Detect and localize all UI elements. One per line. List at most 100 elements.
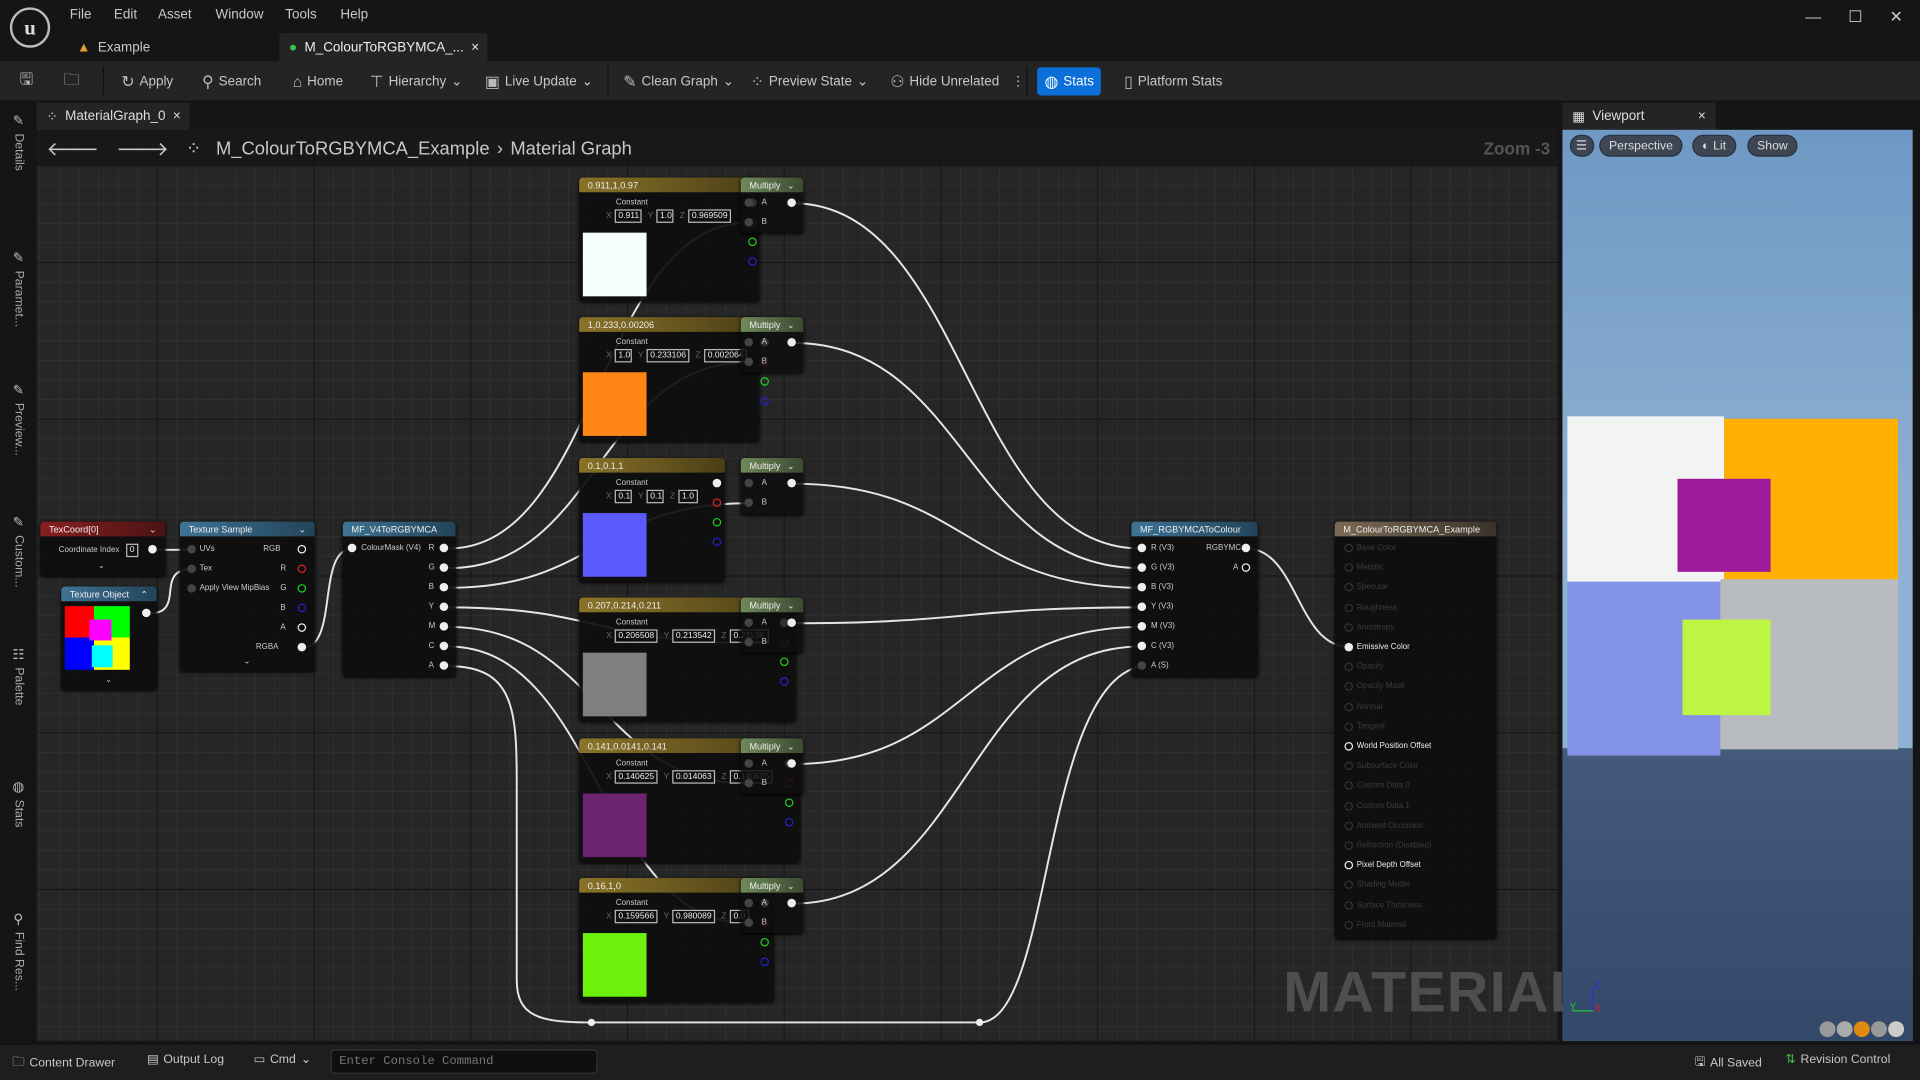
input-pin[interactable] [1344,642,1354,652]
input-pin-a[interactable] [744,198,754,207]
chevron-up-icon[interactable]: ⌃ [140,588,148,599]
output-pin[interactable] [439,602,449,612]
value-field-y[interactable]: 1.0 [656,209,674,223]
save-button[interactable]: 🖫 [15,69,38,93]
input-pin[interactable] [1137,661,1147,670]
menu-help[interactable]: Help [340,7,368,22]
texture-sample-node[interactable]: Texture Sample ⌄ UVs Tex Apply View MipBias R… [180,521,315,672]
constant-node[interactable]: 0.1,0.1,1 Constant X 0.1 Y 0.1 Z 1.0 [579,457,725,582]
viewport-menu-button[interactable]: ☰ [1569,134,1595,157]
output-pin[interactable] [297,623,307,632]
cmd-button[interactable]: ▭ Cmd ⌄ [253,1053,311,1066]
output-pin[interactable] [297,564,307,574]
home-button[interactable]: ⌂ Home [288,70,348,93]
output-pin[interactable] [787,898,796,908]
breadcrumb-leaf[interactable]: Material Graph [510,138,631,159]
multiply-node[interactable]: Multiply ⌄ A B [740,738,804,794]
input-pin[interactable] [1344,543,1354,553]
unreal-logo-icon[interactable]: u [9,7,51,48]
constant-node[interactable]: 1,0.233,0.00206 Constant X 1.0 Y 0.233106 Z 0.0… [579,317,769,441]
input-pin[interactable] [1137,602,1147,612]
input-pin-b[interactable] [744,217,754,227]
menu-asset[interactable]: Asset [158,7,192,22]
value-field-y[interactable]: 0.980089 [672,909,716,924]
material-result-node[interactable]: M_ColourToRGBYMCA_Example Base Color Metal… [1334,521,1497,938]
value-field-x[interactable]: 0.206508 [614,629,658,643]
input-pin[interactable] [1344,880,1354,890]
chevron-down-icon[interactable]: ⌄ [787,880,795,891]
value-field-y[interactable]: 0.213542 [672,629,716,643]
input-pin[interactable] [1344,920,1354,930]
hierarchy-button[interactable]: ⊤ Hierarchy ⌄ [365,70,467,93]
output-pin-b[interactable] [712,537,722,547]
input-pin[interactable] [187,564,196,574]
multiply-node[interactable]: Multiply ⌄ A B [740,877,804,934]
input-pin[interactable] [1344,623,1354,632]
value-field-x[interactable]: 1.0 [614,348,632,363]
maximize-icon[interactable]: ☐ [1848,7,1862,27]
multiply-node[interactable]: Multiply ⌄ A B [740,457,804,515]
apply-button[interactable]: ↻ Apply [116,70,178,93]
output-pin[interactable] [1241,563,1251,572]
output-pin-g[interactable] [760,937,769,947]
expand-icon[interactable]: ⌄ [105,675,112,685]
cube-icon[interactable] [1871,1021,1887,1038]
output-pin[interactable] [439,661,449,670]
input-pin-b[interactable] [744,637,754,647]
menu-tools[interactable]: Tools [285,7,316,22]
value-field-x[interactable]: 0.140625 [614,770,658,784]
input-pin-b[interactable] [744,918,754,927]
console-command-input[interactable] [330,1049,598,1074]
lit-button[interactable]: ◐ Lit [1692,134,1736,157]
value-field-y[interactable]: 0.014063 [672,770,716,784]
value-field-x[interactable]: 0.911 [614,209,642,223]
value-field-x[interactable]: 0.1 [614,489,632,504]
multiply-node[interactable]: Multiply ⌄ A B [740,317,804,373]
tab-viewport[interactable]: ▦ Viewport × [1562,102,1716,130]
output-pin-g[interactable] [712,517,722,527]
output-pin[interactable] [297,642,307,652]
output-log-button[interactable]: ▤ Output Log [147,1053,224,1066]
output-pin-rgb[interactable] [712,478,722,488]
sidebar-item-stats[interactable]: ◍ Stats [7,779,29,834]
coordinate-index-field[interactable]: 0 [126,543,139,558]
output-pin-b[interactable] [760,957,769,967]
input-pin-b[interactable] [744,498,754,507]
input-pin-b[interactable] [744,357,754,367]
input-pin[interactable] [1137,641,1147,651]
sidebar-item-custom[interactable]: ✎ Custom... [7,514,29,593]
output-pin-g[interactable] [784,798,794,807]
show-button[interactable]: Show [1747,134,1798,157]
input-pin[interactable] [347,543,357,553]
output-pin[interactable] [439,543,449,553]
hide-unrelated-button[interactable]: ⚇ Hide Unrelated [885,70,1004,93]
output-pin[interactable] [297,584,307,593]
value-field-y[interactable]: 0.1 [646,489,664,504]
input-pin[interactable] [1344,841,1354,850]
tab-material-graph[interactable]: ⁘ MaterialGraph_0 × [36,102,190,130]
chevron-down-icon[interactable]: ⌄ [787,460,795,471]
browse-button[interactable]: 🗀 [59,69,85,93]
input-pin[interactable] [1344,742,1354,751]
revision-control-button[interactable]: ⇅ Revision Control [1785,1053,1890,1066]
output-pin[interactable] [297,544,307,554]
input-pin[interactable] [187,584,196,593]
sidebar-item-preview[interactable]: ✎ Preview... [7,382,29,462]
perspective-button[interactable]: Perspective [1599,134,1683,157]
menu-edit[interactable]: Edit [114,7,137,22]
content-drawer-button[interactable]: 🗀 Content Drawer [12,1053,115,1074]
menu-window[interactable]: Window [216,7,264,22]
output-pin-b[interactable] [760,396,769,406]
chevron-down-icon[interactable]: ⌄ [787,179,795,190]
output-pin-g[interactable] [748,237,757,247]
viewport[interactable]: ☰ Perspective ◐ Lit Show Z Y X [1562,129,1913,1041]
value-field-y[interactable]: 0.233106 [646,348,690,363]
input-pin[interactable] [1137,543,1147,553]
mf-v4-node[interactable]: MF_V4ToRGBYMCA ColourMask (V4) R G B Y M C A [342,521,456,676]
input-pin[interactable] [1344,722,1354,731]
tab-material[interactable]: ● M_ColourToRGBYMCA_... × [279,33,488,62]
output-pin[interactable] [787,759,796,768]
multiply-node[interactable]: Multiply ⌄ A B [740,597,804,653]
chevron-down-icon[interactable]: ⌄ [787,599,795,610]
custom-mesh-icon[interactable] [1888,1021,1905,1038]
